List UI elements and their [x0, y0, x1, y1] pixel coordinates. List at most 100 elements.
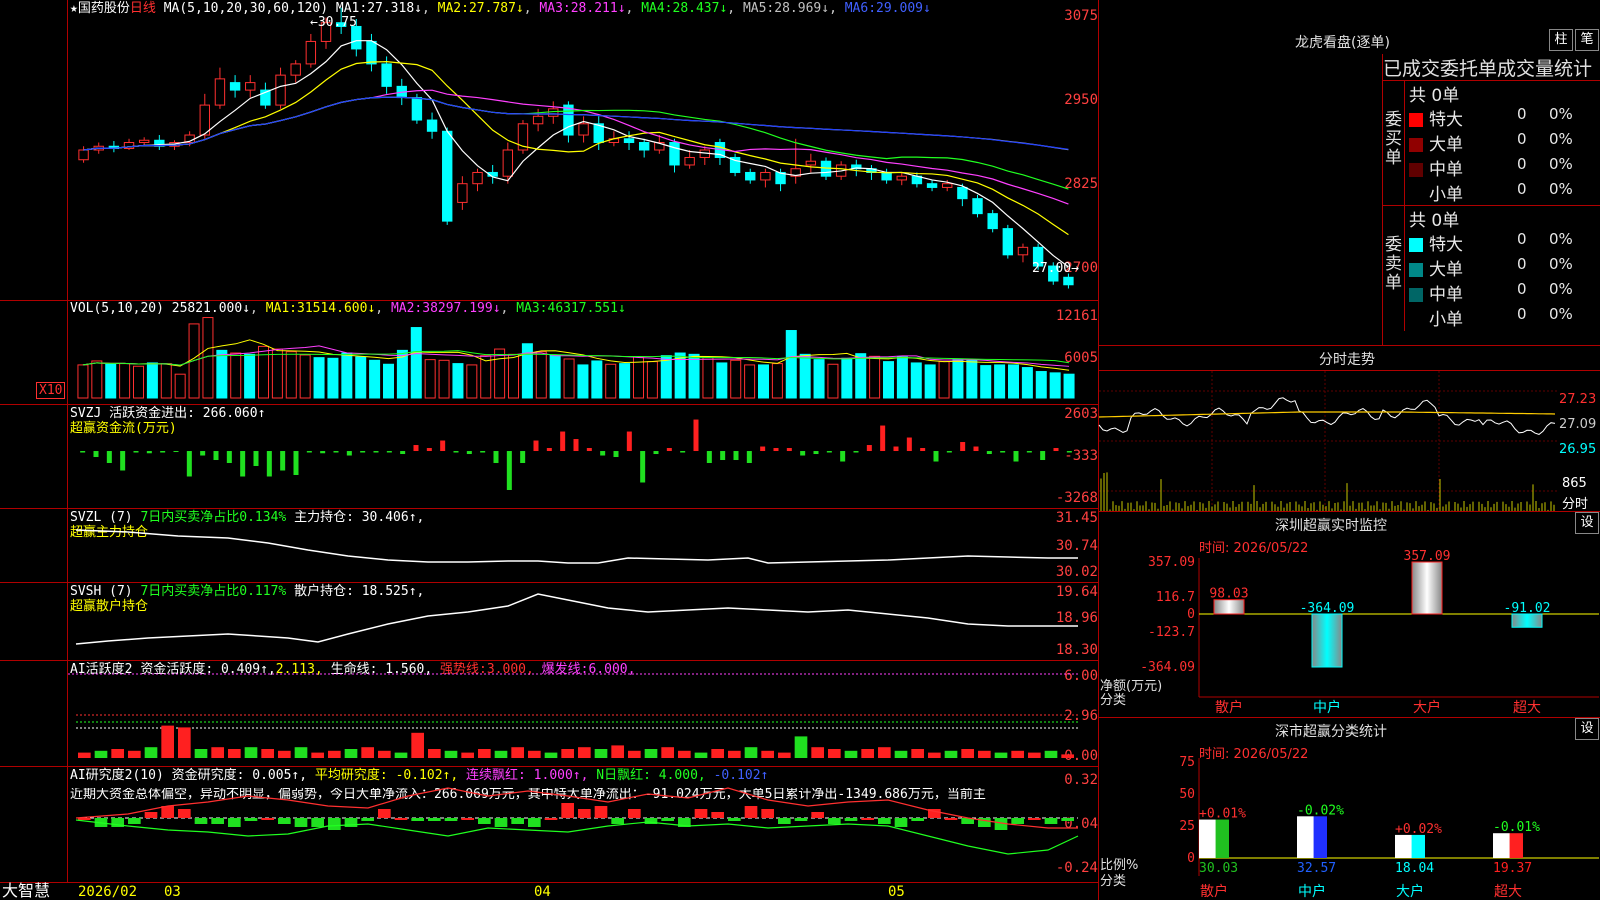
sell-row: 大单 0 0% — [1409, 255, 1600, 280]
volume-bar — [966, 359, 978, 399]
fund-flow-bar — [800, 451, 806, 456]
chart-area[interactable]: ★国药股份日线 MA(5,10,20,30,60,120) MA1:27.318… — [0, 0, 1098, 900]
fund-flow-bar — [293, 451, 299, 475]
monitor-y-tick: 357.09 — [1148, 555, 1195, 570]
stats-y-tick: 50 — [1179, 787, 1195, 802]
research-bar — [811, 812, 824, 818]
order-tabs: 已成交委托单成交量统计 — [1383, 54, 1592, 81]
svsh-panel[interactable]: SVSH (7) 7日内买卖净占比0.117% 散户持仓: 18.525↑, 超… — [0, 582, 1098, 661]
fund-flow-bar — [906, 437, 912, 452]
intraday-vol-tick: 865 — [1562, 476, 1587, 491]
candle-body — [532, 115, 544, 125]
stats-category: 散户 — [1200, 883, 1228, 900]
pen-mode-button[interactable]: 笔 — [1575, 29, 1599, 51]
candle-body — [623, 138, 635, 144]
intraday-tick-3: 26.95 — [1559, 442, 1597, 457]
candle-body — [760, 171, 771, 181]
monitor-y-tick: -123.7 — [1148, 625, 1195, 640]
research-bar — [528, 818, 541, 827]
candle-body — [669, 142, 680, 166]
volume-bar — [591, 360, 603, 399]
svzl-panel[interactable]: SVZL (7) 7日内买卖净占比0.134% 主力持仓: 30.406↑, 超… — [0, 508, 1098, 583]
research-bar — [161, 806, 174, 818]
candle-body — [926, 183, 938, 188]
research-bar — [561, 803, 574, 818]
activity-bar — [1044, 750, 1058, 758]
retail-holding-line — [75, 593, 1078, 645]
candle-body — [972, 198, 983, 215]
volume-bar — [883, 361, 894, 399]
ai-active-panel[interactable]: AI活跃度2 资金活跃度: 0.409↑,2.113, 生命线: 1.560, … — [0, 660, 1098, 767]
monitor-category: 中户 — [1313, 699, 1341, 716]
fund-flow-bar — [346, 451, 352, 456]
research-bar — [478, 818, 491, 824]
research-bar — [628, 809, 641, 818]
research-bar — [944, 818, 958, 820]
sell-row: 特大 0 0% — [1409, 230, 1600, 255]
x-axis: 大智慧 2026/02 03 04 05 — [0, 882, 1098, 900]
fund-flow-bar — [480, 451, 486, 453]
research-bar — [278, 818, 291, 824]
stats-y-tick: 0 — [1187, 851, 1195, 866]
activity-bar — [844, 750, 858, 758]
activity-bar — [211, 747, 224, 758]
fund-flow-bar — [586, 448, 592, 452]
volume-bar — [341, 352, 353, 399]
fund-flow-bar — [893, 446, 899, 452]
volume-bar — [369, 359, 381, 399]
activity-bar — [361, 747, 374, 758]
candle-body — [290, 63, 301, 76]
volume-bar — [813, 359, 825, 399]
tab-filled-orders[interactable]: 已成交委托单 — [1383, 58, 1497, 80]
bar-mode-button[interactable]: 柱 — [1549, 29, 1573, 51]
research-bar — [128, 818, 141, 824]
monitor-bar — [1311, 613, 1343, 668]
dragon-title: 龙虎看盘(逐单) — [1295, 35, 1390, 51]
volume-unit-badge[interactable]: X10 — [36, 382, 66, 399]
volume-bar — [146, 362, 158, 399]
volume-bar — [494, 348, 506, 399]
activity-bar — [194, 749, 208, 758]
brand-logo[interactable]: 大智慧 — [2, 883, 50, 899]
tab-volume-stats[interactable]: 成交量统计 — [1497, 58, 1592, 80]
stats-y-tick: 75 — [1179, 755, 1195, 770]
svzj-panel[interactable]: SVZJ 活跃资金进出: 266.060↑ 超赢资金流(万元) 2603 -33… — [0, 404, 1098, 509]
volume-bar — [133, 365, 144, 399]
activity-bar — [1061, 754, 1074, 758]
activity-bar — [878, 747, 891, 758]
candle-body — [805, 160, 817, 166]
fund-flow-bar — [626, 431, 632, 452]
activity-bar — [261, 749, 274, 758]
volume-bar — [910, 362, 922, 399]
candle-body — [275, 74, 286, 106]
fund-flow-bar — [306, 451, 312, 453]
candle-body — [548, 108, 559, 117]
activity-bar — [344, 749, 358, 758]
volume-panel[interactable]: VOL(5,10,20) 25821.000↓, MA1:31514.600↓,… — [0, 300, 1098, 405]
research-bar — [211, 818, 224, 824]
research-bar — [711, 812, 724, 818]
candle-body — [245, 82, 256, 91]
research-green-line — [75, 819, 1079, 855]
stats-category: 大户 — [1396, 883, 1424, 900]
candle-body — [1002, 228, 1014, 256]
intraday-panel[interactable]: 分时走势 27.23 27.09 26.95 865 分时 — [1098, 346, 1600, 512]
candle-body — [78, 149, 89, 161]
research-bar — [1011, 818, 1024, 824]
price-panel[interactable]: ★国药股份日线 MA(5,10,20,30,60,120) MA1:27.318… — [0, 0, 1098, 301]
activity-bar — [378, 750, 391, 758]
volume-bar — [869, 355, 881, 399]
x-label-3: 05 — [888, 884, 905, 900]
research-bar — [878, 818, 891, 824]
activity-bar — [728, 750, 741, 758]
fund-flow-bar — [813, 451, 819, 455]
monitor-y-tick: 116.7 — [1156, 590, 1195, 605]
candle-body — [563, 104, 574, 136]
monitor-value-label: 357.09 — [1404, 549, 1451, 564]
candlestick-chart[interactable] — [68, 0, 1098, 300]
realtime-monitor: 深圳超赢实时监控 设 时间: 2026/05/22 净额(万元) 分类 357.0… — [1099, 512, 1600, 718]
fund-flow-bar — [320, 451, 326, 454]
volume-bar — [313, 357, 325, 399]
volume-bar — [160, 363, 172, 399]
ai-research-panel[interactable]: AI研究度2(10) 资金研究度: 0.005↑, 平均研究度: -0.102↑… — [0, 766, 1098, 883]
